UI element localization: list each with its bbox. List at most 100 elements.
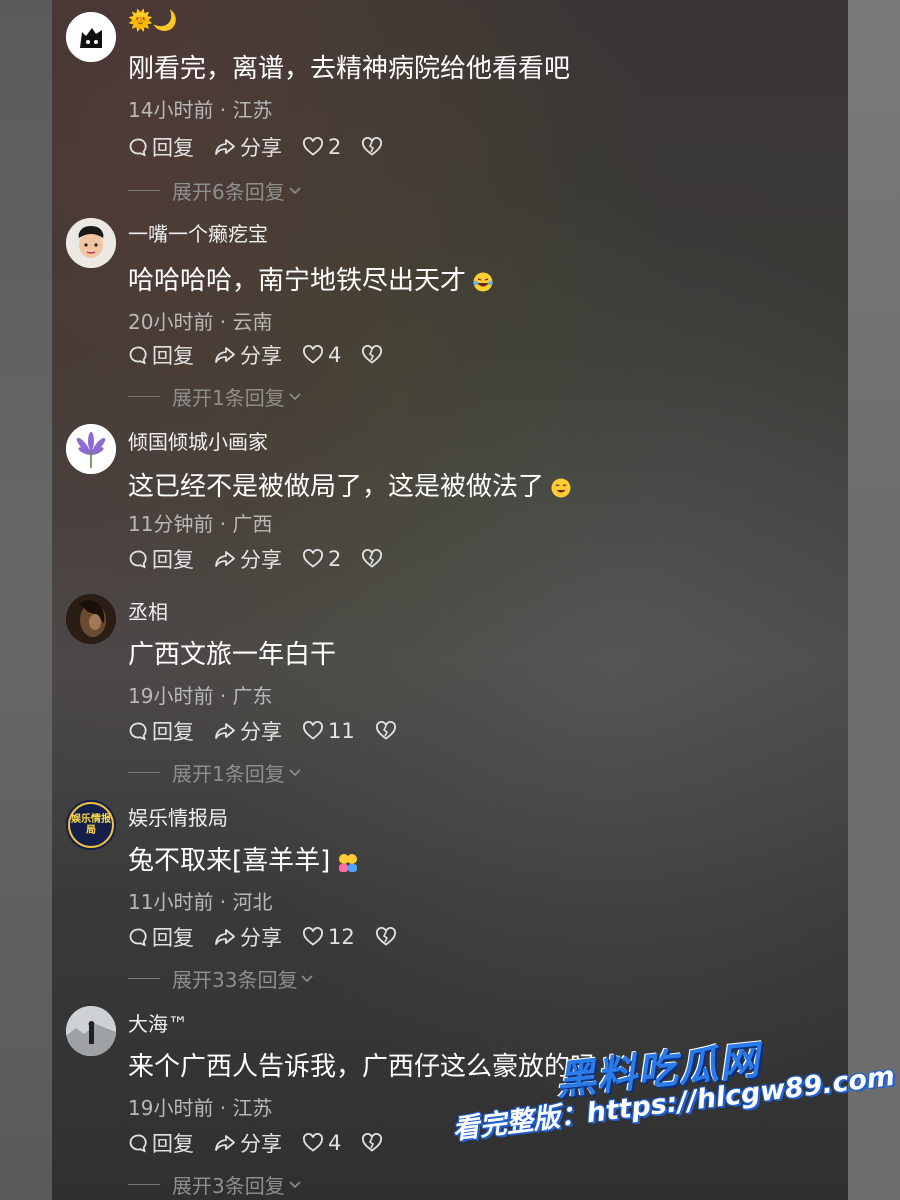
comment-text: 兔不取来[喜羊羊] [128,840,360,877]
username[interactable]: 一嘴一个癞疙宝 [128,218,268,247]
like-button[interactable]: 2 [302,547,341,571]
chevron-down-icon [289,768,301,776]
broken-heart-icon [375,721,396,740]
avatar[interactable] [66,218,116,268]
speech-bubble-icon [129,722,147,741]
dislike-button[interactable] [361,1133,383,1153]
dislike-button[interactable] [375,721,397,741]
reply-button[interactable]: 回复 [128,1128,194,1158]
snowy-figure-icon [66,1006,116,1056]
username[interactable]: 丞相 [128,596,168,625]
avatar[interactable] [66,424,116,474]
laughing-tears-emoji-icon [473,272,493,291]
avatar-logo-text: 娱乐情报局 [71,814,111,836]
heart-icon [303,345,323,364]
comments-panel[interactable]: 🌞🌙 刚看完，离谱，去精神病院给他看看吧 14小时前 · 江苏 回复 分享 2 … [52,0,848,1200]
heart-icon [303,549,323,568]
speech-bubble-icon [129,550,147,569]
divider [128,978,160,979]
expand-replies[interactable]: 展开6条回复 [128,176,303,205]
chevron-down-icon [289,392,301,400]
like-button[interactable]: 12 [302,925,355,949]
speech-bubble-icon [129,346,147,365]
couple-emoji-icon [339,853,358,872]
comment-item: 丞相 广西文旅一年白干 19小时前 · 广东 回复 分享 11 展开1条回复 [52,586,848,792]
avatar[interactable] [66,594,116,644]
comment-actions: 回复 分享 4 [128,340,383,370]
reply-button[interactable]: 回复 [128,340,194,370]
avatar[interactable] [66,1006,116,1056]
reply-button[interactable]: 回复 [128,922,194,952]
dislike-button[interactable] [361,137,383,157]
cartoon-boy-icon [66,218,116,268]
dislike-button[interactable] [375,927,397,947]
expand-replies[interactable]: 展开1条回复 [128,758,303,787]
comment-meta: 11分钟前 · 广西 [128,512,273,536]
share-button[interactable]: 分享 [214,544,282,574]
like-button[interactable]: 11 [302,719,355,743]
comment-meta: 19小时前 · 广东 [128,684,273,708]
comment-text: 刚看完，离谱，去精神病院给他看看吧 [128,54,571,84]
username[interactable]: 🌞🌙 [128,8,178,32]
broken-heart-icon [362,345,383,364]
avatar[interactable] [66,12,116,62]
chevron-down-icon [289,1180,301,1188]
comment-item: 🌞🌙 刚看完，离谱，去精神病院给他看看吧 14小时前 · 江苏 回复 分享 2 … [52,0,848,210]
username[interactable]: 大海™ [128,1008,188,1037]
comment-item: 倾国倾城小画家 这已经不是被做局了，这是被做法了 11分钟前 · 广西 回复 分… [52,416,848,586]
share-arrow-icon [215,1135,235,1151]
right-backdrop [848,0,900,1200]
share-button[interactable]: 分享 [214,922,282,952]
dislike-button[interactable] [361,345,383,365]
broken-heart-icon [362,549,383,568]
comment-text: 这已经不是被做局了，这是被做法了 [128,466,572,503]
left-backdrop [0,0,52,1200]
heart-icon [303,721,323,740]
share-button[interactable]: 分享 [214,716,282,746]
like-button[interactable]: 4 [302,343,341,367]
comment-actions: 回复 分享 2 [128,132,383,162]
expand-replies[interactable]: 展开33条回复 [128,964,315,993]
username[interactable]: 娱乐情报局 [128,802,228,831]
watermark: 黑料吃瓜网 看完整版：https://hlcgw89.com [450,1030,900,1200]
broken-heart-icon [362,137,383,156]
speech-bubble-icon [129,1134,147,1153]
like-button[interactable]: 2 [302,135,341,159]
divider [128,190,160,191]
dark-portrait-icon [66,594,116,644]
heart-icon [303,927,323,946]
expand-replies[interactable]: 展开3条回复 [128,1170,303,1199]
chevron-down-icon [289,186,301,194]
share-arrow-icon [215,139,235,155]
dislike-button[interactable] [361,549,383,569]
expand-replies[interactable]: 展开1条回复 [128,382,303,411]
username[interactable]: 倾国倾城小画家 [128,426,268,455]
reply-button[interactable]: 回复 [128,132,194,162]
share-arrow-icon [215,723,235,739]
speech-bubble-icon [129,138,147,157]
reply-button[interactable]: 回复 [128,716,194,746]
reply-button[interactable]: 回复 [128,544,194,574]
comment-meta: 14小时前 · 江苏 [128,98,273,122]
smiling-emoji-icon [551,478,571,497]
comment-actions: 回复 分享 12 [128,922,397,952]
purple-flower-icon [66,424,116,474]
share-button[interactable]: 分享 [214,340,282,370]
share-arrow-icon [215,347,235,363]
comment-meta: 11小时前 · 河北 [128,890,273,914]
comment-actions: 回复 分享 2 [128,544,383,574]
speech-bubble-icon [129,928,147,947]
heart-icon [303,137,323,156]
comment-actions: 回复 分享 4 [128,1128,383,1158]
comment-item: 娱乐情报局 娱乐情报局 兔不取来[喜羊羊] 11小时前 · 河北 回复 分享 1… [52,792,848,998]
cat-silhouette-icon [66,12,116,62]
divider [128,396,160,397]
like-button[interactable]: 4 [302,1131,341,1155]
share-button[interactable]: 分享 [214,132,282,162]
comment-actions: 回复 分享 11 [128,716,397,746]
avatar[interactable]: 娱乐情报局 [66,800,116,850]
divider [128,1184,160,1185]
comment-item: 一嘴一个癞疙宝 哈哈哈哈，南宁地铁尽出天才 20小时前 · 云南 回复 分享 4 [52,210,848,416]
share-button[interactable]: 分享 [214,1128,282,1158]
share-arrow-icon [215,929,235,945]
